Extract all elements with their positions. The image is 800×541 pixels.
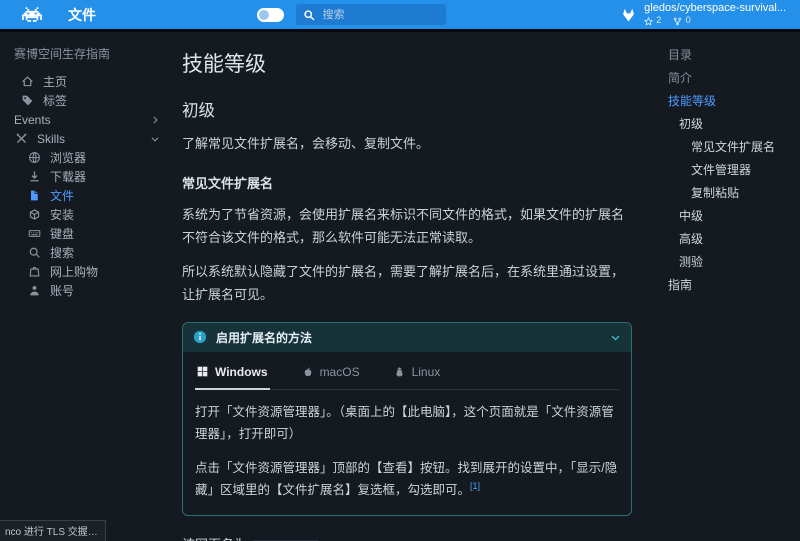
- info-icon: [193, 330, 207, 344]
- sidebar-item-account[interactable]: 账号: [14, 281, 164, 300]
- info-panel-enable-extensions: 启用扩展名的方法 Windows: [182, 322, 632, 517]
- panel-header[interactable]: 启用扩展名的方法: [183, 323, 631, 352]
- shopping-bag-icon: [27, 265, 41, 278]
- download-icon: [27, 170, 41, 183]
- paragraph: 系统为了节省资源，会使用扩展名来标识不同文件的格式，如果文件的扩展名不符合该文件…: [182, 204, 632, 250]
- panel-paragraph: 打开「文件资源管理器」。（桌面上的【此电脑】，这个页面就是「文件资源管理器」，打…: [195, 402, 619, 446]
- star-icon: [644, 17, 653, 26]
- chevron-down-icon[interactable]: [610, 332, 621, 343]
- sidebar-item-install[interactable]: 安装: [14, 205, 164, 224]
- toc-sidebar: 目录 简介 技能等级 初级 常见文件扩展名 文件管理器 复制粘贴 中级 高级 测…: [650, 32, 800, 538]
- tab-linux[interactable]: Linux: [392, 356, 443, 389]
- toc-item-common-extensions[interactable]: 常见文件扩展名: [668, 138, 792, 156]
- paragraph: 所以系统默认隐藏了文件的扩展名，需要了解扩展名后，在系统里通过设置，让扩展名可见…: [182, 261, 632, 307]
- tag-icon: [20, 94, 34, 107]
- tab-label: macOS: [320, 365, 360, 379]
- sidebar-item-files[interactable]: 文件: [14, 186, 164, 205]
- gitlab-icon: [620, 7, 637, 23]
- sidebar-item-label: 主页: [43, 73, 67, 90]
- main-content: 技能等级 初级 了解常见文件扩展名，会移动、复制文件。 常见文件扩展名 系统为了…: [172, 32, 650, 538]
- search-icon: [303, 9, 315, 21]
- chevron-down-icon: [150, 134, 164, 144]
- sidebar-item-tags[interactable]: 标签: [14, 91, 164, 110]
- search-box[interactable]: [296, 4, 446, 25]
- install-package-icon: [27, 208, 41, 221]
- chevron-right-icon: [150, 115, 164, 125]
- sidebar-item-label: 下载器: [50, 168, 86, 185]
- sidebar-guide-title[interactable]: 赛博空间生存指南: [14, 45, 164, 62]
- search-input[interactable]: [321, 8, 439, 22]
- file-icon: [27, 189, 41, 202]
- sidebar-item-label: 浏览器: [50, 149, 86, 166]
- paragraph: 了解常见文件扩展名，会移动、复制文件。: [182, 133, 632, 156]
- sidebar-item-skills[interactable]: Skills: [14, 129, 164, 148]
- repo-name: gledos/cyberspace-survival...: [644, 2, 786, 16]
- filename-prefix: 该网页名为: [182, 537, 247, 541]
- star-count: 2: [656, 15, 661, 27]
- globe-icon: [27, 151, 41, 164]
- page-title: 技能等级: [182, 48, 632, 78]
- tab-windows[interactable]: Windows: [195, 356, 270, 390]
- sidebar-item-label: 网上购物: [50, 263, 98, 280]
- sidebar-item-label: 账号: [50, 282, 74, 299]
- os-tabs: Windows macOS: [195, 352, 619, 390]
- toc-item-file-manager[interactable]: 文件管理器: [668, 161, 792, 179]
- left-sidebar: 赛博空间生存指南 主页 标签 Events: [0, 32, 172, 538]
- toc-item-intermediate[interactable]: 中级: [668, 207, 792, 225]
- tab-label: Windows: [215, 365, 268, 379]
- sidebar-item-label: 标签: [43, 92, 67, 109]
- panel-paragraph: 点击「文件资源管理器」顶部的【查看】按钮。找到展开的设置中，「显示/隐藏」区域里…: [195, 458, 619, 503]
- sidebar-item-events[interactable]: Events: [14, 110, 164, 129]
- sidebar-item-label: 安装: [50, 206, 74, 223]
- theme-toggle[interactable]: [257, 8, 284, 22]
- panel-paragraph-text: 点击「文件资源管理器」顶部的【查看】按钮。找到展开的设置中，「显示/隐藏」区域里…: [195, 461, 617, 498]
- app-window: 文件 gledos/cyberspace-survival...: [0, 0, 800, 541]
- tab-label: Linux: [412, 365, 441, 379]
- toc-item-guide[interactable]: 指南: [668, 276, 792, 294]
- toc-item-catalog: 目录: [668, 46, 792, 64]
- panel-title: 启用扩展名的方法: [216, 329, 312, 346]
- paragraph-filename: 该网页名为 file.html，: [182, 534, 632, 541]
- site-logo-invader-icon[interactable]: [22, 7, 42, 22]
- sidebar-item-label: Events: [14, 113, 51, 127]
- page-title-topbar: 文件: [68, 5, 96, 25]
- toc-item-intro[interactable]: 简介: [668, 69, 792, 87]
- subsection-heading-extensions: 常见文件扩展名: [182, 173, 632, 192]
- toc-item-advanced[interactable]: 高级: [668, 230, 792, 248]
- toc-item-beginner[interactable]: 初级: [668, 115, 792, 133]
- filename-suffix: ，: [320, 537, 333, 541]
- apple-icon: [302, 366, 313, 378]
- section-heading-beginner: 初级: [182, 97, 632, 121]
- footnote-link[interactable]: [1]: [470, 481, 480, 491]
- keyboard-icon: [27, 227, 41, 240]
- user-icon: [27, 284, 41, 297]
- fork-icon: [673, 17, 682, 26]
- sidebar-item-shopping[interactable]: 网上购物: [14, 262, 164, 281]
- fork-count: 0: [685, 15, 690, 27]
- linux-penguin-icon: [394, 366, 405, 378]
- sidebar-item-browser[interactable]: 浏览器: [14, 148, 164, 167]
- toc-item-quiz[interactable]: 测验: [668, 253, 792, 271]
- tab-macos[interactable]: macOS: [300, 356, 362, 389]
- sidebar-item-search[interactable]: 搜索: [14, 243, 164, 262]
- sidebar-item-home[interactable]: 主页: [14, 72, 164, 91]
- sidebar-item-label: 键盘: [50, 225, 74, 242]
- sidebar-item-label: Skills: [37, 132, 65, 146]
- browser-status-tooltip: nco 进行 TLS 交握…: [0, 520, 106, 541]
- toc-item-copy-paste[interactable]: 复制粘贴: [668, 184, 792, 202]
- sidebar-item-label: 搜索: [50, 244, 74, 261]
- repo-link[interactable]: gledos/cyberspace-survival... 2: [620, 2, 786, 28]
- toc-item-skill-levels[interactable]: 技能等级: [668, 92, 792, 110]
- topbar: 文件 gledos/cyberspace-survival...: [0, 0, 800, 32]
- windows-icon: [197, 366, 208, 377]
- search-icon: [27, 246, 41, 259]
- sidebar-item-label: 文件: [50, 187, 74, 204]
- home-icon: [20, 75, 34, 88]
- sidebar-item-downloader[interactable]: 下载器: [14, 167, 164, 186]
- tools-icon: [14, 132, 28, 145]
- sidebar-item-keyboard[interactable]: 键盘: [14, 224, 164, 243]
